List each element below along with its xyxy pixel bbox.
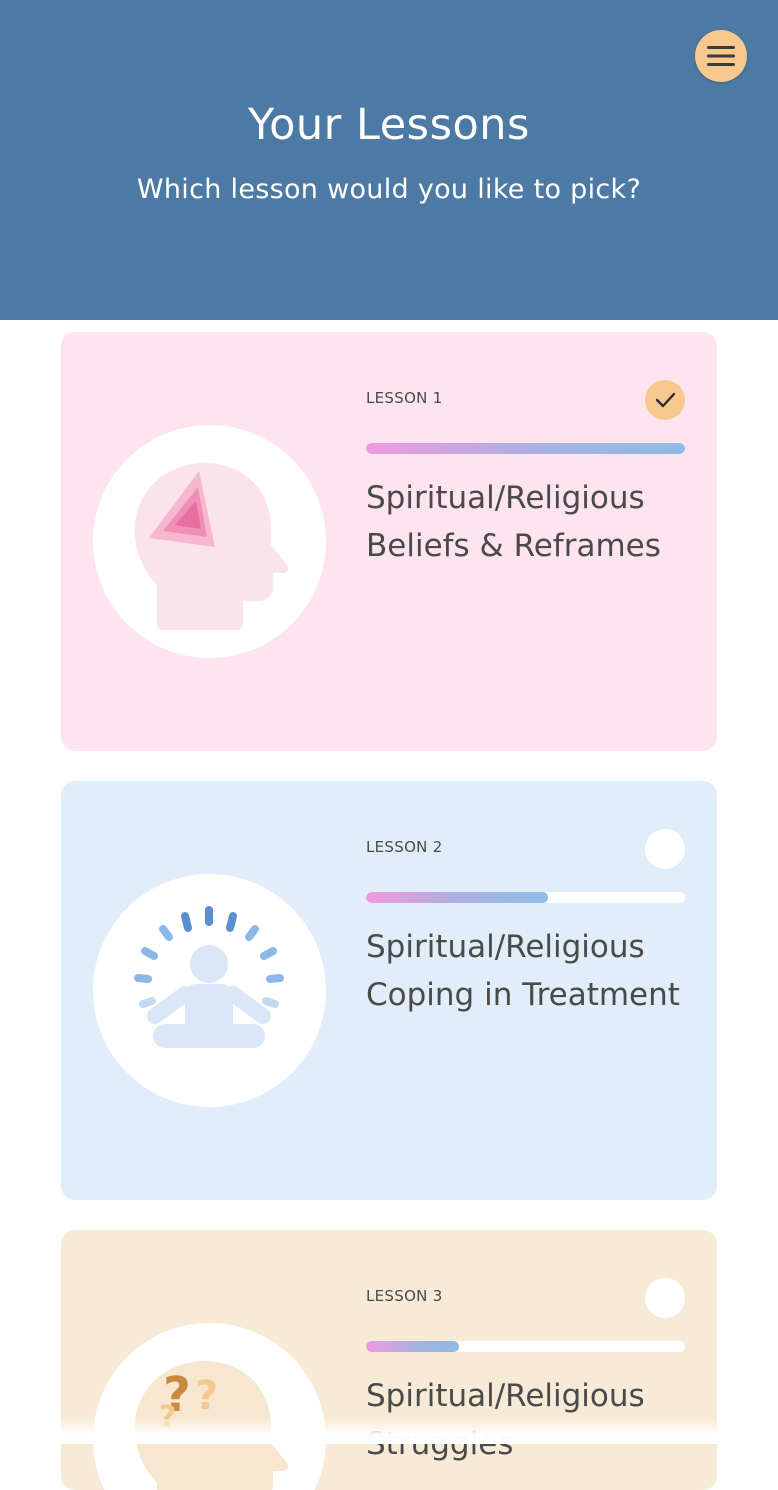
meditating-person-icon — [134, 906, 284, 1048]
lesson-illustration — [93, 874, 326, 1107]
lesson-label: LESSON 1 — [366, 389, 443, 407]
empty-circle-icon — [645, 1278, 685, 1318]
progress-bar — [366, 1341, 685, 1352]
lesson-card-1[interactable]: LESSON 1 Spiritual/Religious Beliefs & R… — [61, 332, 717, 751]
progress-fill — [366, 892, 548, 903]
lesson-status — [645, 829, 685, 869]
lesson-card-2[interactable]: LESSON 2 Spiritual/Religious Coping in T… — [61, 781, 717, 1200]
lesson-label: LESSON 2 — [366, 838, 443, 856]
head-with-triangle-icon — [134, 463, 289, 630]
empty-circle-icon — [645, 829, 685, 869]
lesson-status — [645, 380, 685, 420]
lesson-illustration — [93, 425, 326, 658]
lesson-title: Spiritual/Religious Beliefs & Reframes — [366, 480, 661, 564]
header: Your Lessons Which lesson would you like… — [0, 0, 778, 320]
lesson-title: Spiritual/Religious Coping in Treatment — [366, 929, 680, 1013]
lesson-label: LESSON 3 — [366, 1287, 443, 1305]
lesson-status — [645, 1278, 685, 1318]
head-with-question-marks-icon: ? ? ? — [134, 1361, 289, 1490]
menu-button[interactable] — [695, 30, 747, 82]
progress-fill — [366, 1341, 459, 1352]
lesson-card-3[interactable]: ? ? ? LESSON 3 Spiritual/Religious Strug… — [61, 1230, 717, 1490]
checkmark-icon — [655, 392, 676, 408]
progress-bar — [366, 443, 685, 454]
page-title: Your Lessons — [248, 100, 530, 150]
scroll-fade — [0, 1418, 778, 1444]
lesson-illustration: ? ? ? — [93, 1323, 326, 1490]
progress-fill — [366, 443, 685, 454]
svg-text:?: ? — [195, 1373, 218, 1419]
progress-bar — [366, 892, 685, 903]
page-subtitle: Which lesson would you like to pick? — [136, 174, 642, 205]
hamburger-menu-icon — [707, 46, 735, 66]
